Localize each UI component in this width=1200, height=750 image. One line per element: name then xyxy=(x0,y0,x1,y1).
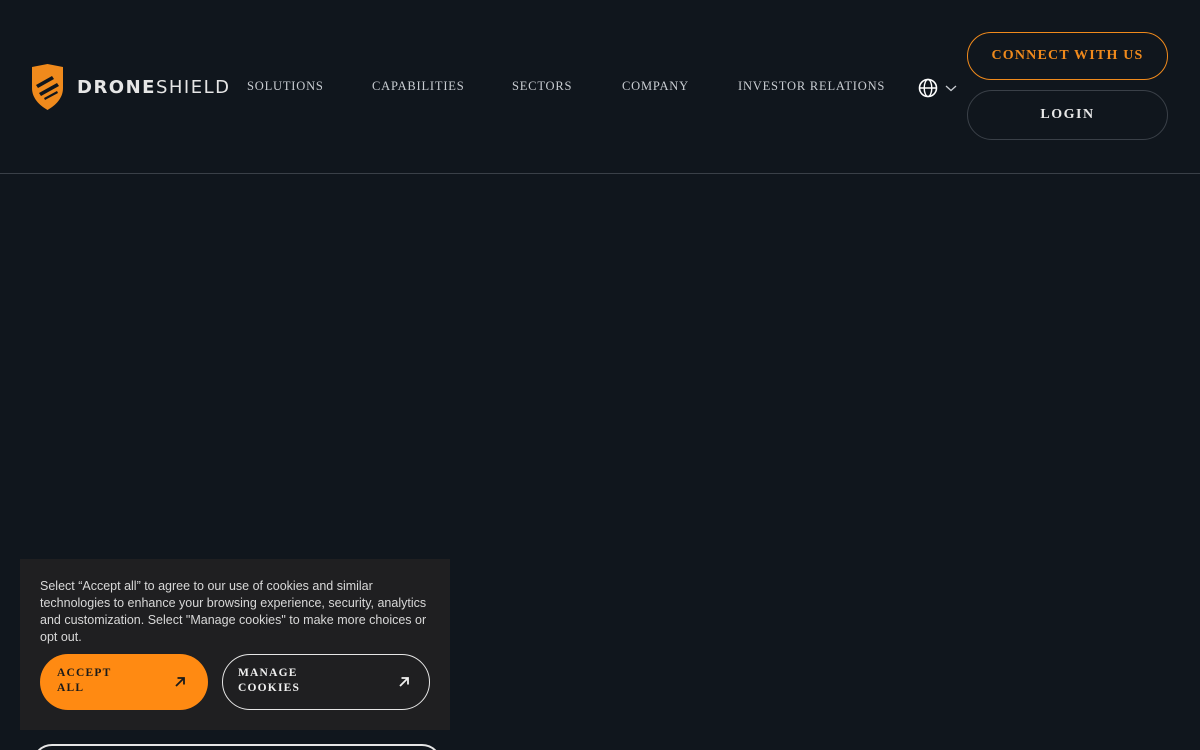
logo-wordmark-regular: SHIELD xyxy=(155,76,231,98)
accept-all-label: ACCEPT ALL xyxy=(57,666,157,696)
nav-solutions[interactable]: SOLUTIONS xyxy=(247,79,324,94)
accept-label-line2: ALL xyxy=(57,682,85,694)
logo-wordmark-bold: DRONE xyxy=(77,76,156,98)
manage-cookies-label: MANAGE COOKIES xyxy=(238,666,338,696)
partial-button-outline[interactable] xyxy=(32,744,442,750)
droneshield-logo[interactable]: DRONESHIELD xyxy=(30,64,231,110)
connect-with-us-button[interactable]: CONNECT WITH US xyxy=(967,32,1168,80)
logo-wordmark: DRONESHIELD xyxy=(77,77,231,98)
nav-sectors[interactable]: SECTORS xyxy=(512,79,572,94)
nav-capabilities[interactable]: CAPABILITIES xyxy=(372,79,464,94)
manage-label-line2: COOKIES xyxy=(238,682,301,694)
nav-company[interactable]: COMPANY xyxy=(622,79,689,94)
cookie-banner: Select “Accept all” to agree to our use … xyxy=(20,559,450,730)
globe-icon xyxy=(918,78,938,98)
page: DRONESHIELD SOLUTIONS CAPABILITIES SECTO… xyxy=(0,0,1200,750)
manage-label-line1: MANAGE xyxy=(238,667,298,679)
cookie-message: Select “Accept all” to agree to our use … xyxy=(40,579,427,644)
nav-investor-relations[interactable]: INVESTOR RELATIONS xyxy=(738,79,885,94)
arrow-up-right-icon xyxy=(175,677,185,687)
accept-label-line1: ACCEPT xyxy=(57,667,112,679)
login-button[interactable]: LOGIN xyxy=(967,90,1168,140)
site-header: DRONESHIELD SOLUTIONS CAPABILITIES SECTO… xyxy=(0,0,1200,174)
arrow-up-right-icon xyxy=(399,677,409,687)
chevron-down-icon xyxy=(945,85,957,92)
accept-all-button[interactable]: ACCEPT ALL xyxy=(40,654,208,710)
language-selector[interactable] xyxy=(918,78,958,98)
manage-cookies-button[interactable]: MANAGE COOKIES xyxy=(222,654,430,710)
shield-logo-icon xyxy=(32,64,63,110)
